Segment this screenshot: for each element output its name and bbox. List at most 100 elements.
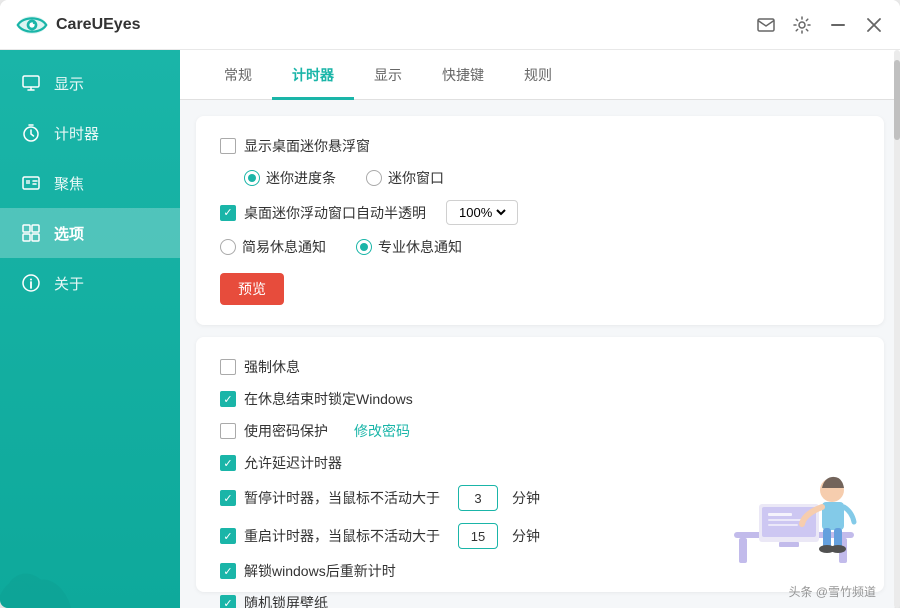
title-controls — [756, 15, 884, 35]
close-icon[interactable] — [864, 15, 884, 35]
opacity-select-wrap[interactable]: 100% 80% 60% — [446, 200, 518, 225]
row-auto-transparent: 桌面迷你浮动窗口自动半透明 100% 80% 60% — [220, 200, 860, 225]
checkbox-pause-timer[interactable] — [220, 490, 236, 506]
row-restart-timer: 重启计时器，当鼠标不活动大于 分钟 — [220, 523, 860, 549]
tab-shortcuts[interactable]: 快捷键 — [422, 53, 504, 100]
sidebar-item-about[interactable]: 关于 — [0, 258, 180, 308]
title-logo: CareUEyes — [16, 9, 141, 41]
checkbox-use-password[interactable] — [220, 423, 236, 439]
checkbox-lock-windows[interactable] — [220, 391, 236, 407]
options-icon — [20, 222, 42, 244]
tab-rules[interactable]: 规则 — [504, 53, 572, 100]
sidebar-item-label-timer: 计时器 — [54, 123, 99, 144]
checkbox-allow-delay[interactable] — [220, 455, 236, 471]
row-show-mini-float: 显示桌面迷你悬浮窗 — [220, 136, 860, 156]
sidebar-item-options[interactable]: 选项 — [0, 208, 180, 258]
change-password-link[interactable]: 修改密码 — [354, 421, 410, 441]
row-pause-timer: 暂停计时器，当鼠标不活动大于 分钟 — [220, 485, 860, 511]
mini-progress-label: 迷你进度条 — [266, 168, 336, 188]
sidebar: 显示 计时器 — [0, 50, 180, 608]
sidebar-item-label-about: 关于 — [54, 273, 84, 294]
email-icon[interactable] — [756, 15, 776, 35]
checkbox-unlock-restart[interactable] — [220, 563, 236, 579]
app-window: CareUEyes — [0, 0, 900, 608]
tab-general[interactable]: 常规 — [204, 53, 272, 100]
display-icon — [20, 72, 42, 94]
row-notify-type: 简易休息通知 专业休息通知 — [220, 237, 860, 257]
about-icon — [20, 272, 42, 294]
preview-button[interactable]: 预览 — [220, 273, 284, 305]
checkbox-allow-delay-wrap[interactable]: 允许延迟计时器 — [220, 453, 342, 473]
card-mini-float: 显示桌面迷你悬浮窗 迷你进度条 迷你窗口 — [196, 116, 884, 325]
sidebar-item-timer[interactable]: 计时器 — [0, 108, 180, 158]
minimize-icon[interactable] — [828, 15, 848, 35]
radio-simple-notify[interactable] — [220, 239, 236, 255]
row-use-password: 使用密码保护 修改密码 — [220, 421, 860, 441]
settings-icon[interactable] — [792, 15, 812, 35]
unlock-restart-label: 解锁windows后重新计时 — [244, 561, 396, 581]
sidebar-item-label-focus: 聚焦 — [54, 173, 84, 194]
restart-timer-label: 重启计时器，当鼠标不活动大于 — [244, 526, 440, 546]
tab-timer[interactable]: 计时器 — [272, 53, 354, 100]
checkbox-random-wallpaper-wrap[interactable]: 随机锁屏壁纸 — [220, 593, 328, 608]
sidebar-item-focus[interactable]: 聚焦 — [0, 158, 180, 208]
card-break-settings: 强制休息 在休息结束时锁定Windows 使用密 — [196, 337, 884, 592]
tab-display[interactable]: 显示 — [354, 53, 422, 100]
checkbox-auto-transparent-wrap[interactable]: 桌面迷你浮动窗口自动半透明 — [220, 203, 426, 223]
checkbox-lock-windows-wrap[interactable]: 在休息结束时锁定Windows — [220, 389, 413, 409]
radio-mini-window[interactable] — [366, 170, 382, 186]
app-title: CareUEyes — [56, 16, 141, 34]
restart-timer-unit: 分钟 — [512, 526, 540, 546]
radio-simple-notify-wrap[interactable]: 简易休息通知 — [220, 237, 326, 257]
lock-windows-label: 在休息结束时锁定Windows — [244, 389, 413, 409]
scrollbar-thumb[interactable] — [894, 60, 900, 140]
checkbox-use-password-wrap[interactable]: 使用密码保护 — [220, 421, 328, 441]
pause-timer-input[interactable] — [458, 485, 498, 511]
checkbox-auto-transparent[interactable] — [220, 205, 236, 221]
restart-timer-input[interactable] — [458, 523, 498, 549]
scroll-area[interactable]: 显示桌面迷你悬浮窗 迷你进度条 迷你窗口 — [180, 100, 900, 608]
opacity-select[interactable]: 100% 80% 60% — [455, 204, 509, 221]
checkbox-restart-timer[interactable] — [220, 528, 236, 544]
scrollbar-track[interactable] — [894, 50, 900, 608]
timer-icon — [20, 122, 42, 144]
row-lock-windows: 在休息结束时锁定Windows — [220, 389, 860, 409]
radio-mini-window-wrap[interactable]: 迷你窗口 — [366, 168, 444, 188]
pro-notify-label: 专业休息通知 — [378, 237, 462, 257]
row-force-break: 强制休息 — [220, 357, 860, 377]
checkbox-restart-timer-wrap[interactable]: 重启计时器，当鼠标不活动大于 — [220, 526, 440, 546]
show-mini-float-label: 显示桌面迷你悬浮窗 — [244, 136, 370, 156]
allow-delay-label: 允许延迟计时器 — [244, 453, 342, 473]
checkbox-show-mini-float[interactable] — [220, 138, 236, 154]
checkbox-unlock-restart-wrap[interactable]: 解锁windows后重新计时 — [220, 561, 396, 581]
radio-mini-progress-wrap[interactable]: 迷你进度条 — [244, 168, 336, 188]
row-mini-type: 迷你进度条 迷你窗口 — [220, 168, 860, 188]
row-preview: 预览 — [220, 269, 860, 305]
checkbox-random-wallpaper[interactable] — [220, 595, 236, 608]
row-unlock-restart: 解锁windows后重新计时 — [220, 561, 860, 581]
focus-icon — [20, 172, 42, 194]
checkbox-pause-timer-wrap[interactable]: 暂停计时器，当鼠标不活动大于 — [220, 488, 440, 508]
checkbox-show-mini-float-wrap[interactable]: 显示桌面迷你悬浮窗 — [220, 136, 370, 156]
row-random-wallpaper: 随机锁屏壁纸 — [220, 593, 860, 608]
radio-pro-notify[interactable] — [356, 239, 372, 255]
mini-window-label: 迷你窗口 — [388, 168, 444, 188]
sidebar-item-label-options: 选项 — [54, 223, 84, 244]
checkbox-force-break[interactable] — [220, 359, 236, 375]
radio-mini-progress[interactable] — [244, 170, 260, 186]
radio-pro-notify-wrap[interactable]: 专业休息通知 — [356, 237, 462, 257]
sidebar-item-label-display: 显示 — [54, 73, 84, 94]
sidebar-item-display[interactable]: 显示 — [0, 58, 180, 108]
auto-transparent-label: 桌面迷你浮动窗口自动半透明 — [244, 203, 426, 223]
row-allow-delay: 允许延迟计时器 — [220, 453, 860, 473]
tabs-bar: 常规 计时器 显示 快捷键 规则 — [180, 50, 900, 100]
main-layout: 显示 计时器 — [0, 50, 900, 608]
pause-timer-label: 暂停计时器，当鼠标不活动大于 — [244, 488, 440, 508]
sidebar-decoration — [0, 528, 180, 608]
app-logo-icon — [16, 9, 48, 41]
checkbox-force-break-wrap[interactable]: 强制休息 — [220, 357, 300, 377]
content-area: 常规 计时器 显示 快捷键 规则 显示桌面迷你悬浮窗 — [180, 50, 900, 608]
use-password-label: 使用密码保护 — [244, 421, 328, 441]
random-wallpaper-label: 随机锁屏壁纸 — [244, 593, 328, 608]
simple-notify-label: 简易休息通知 — [242, 237, 326, 257]
